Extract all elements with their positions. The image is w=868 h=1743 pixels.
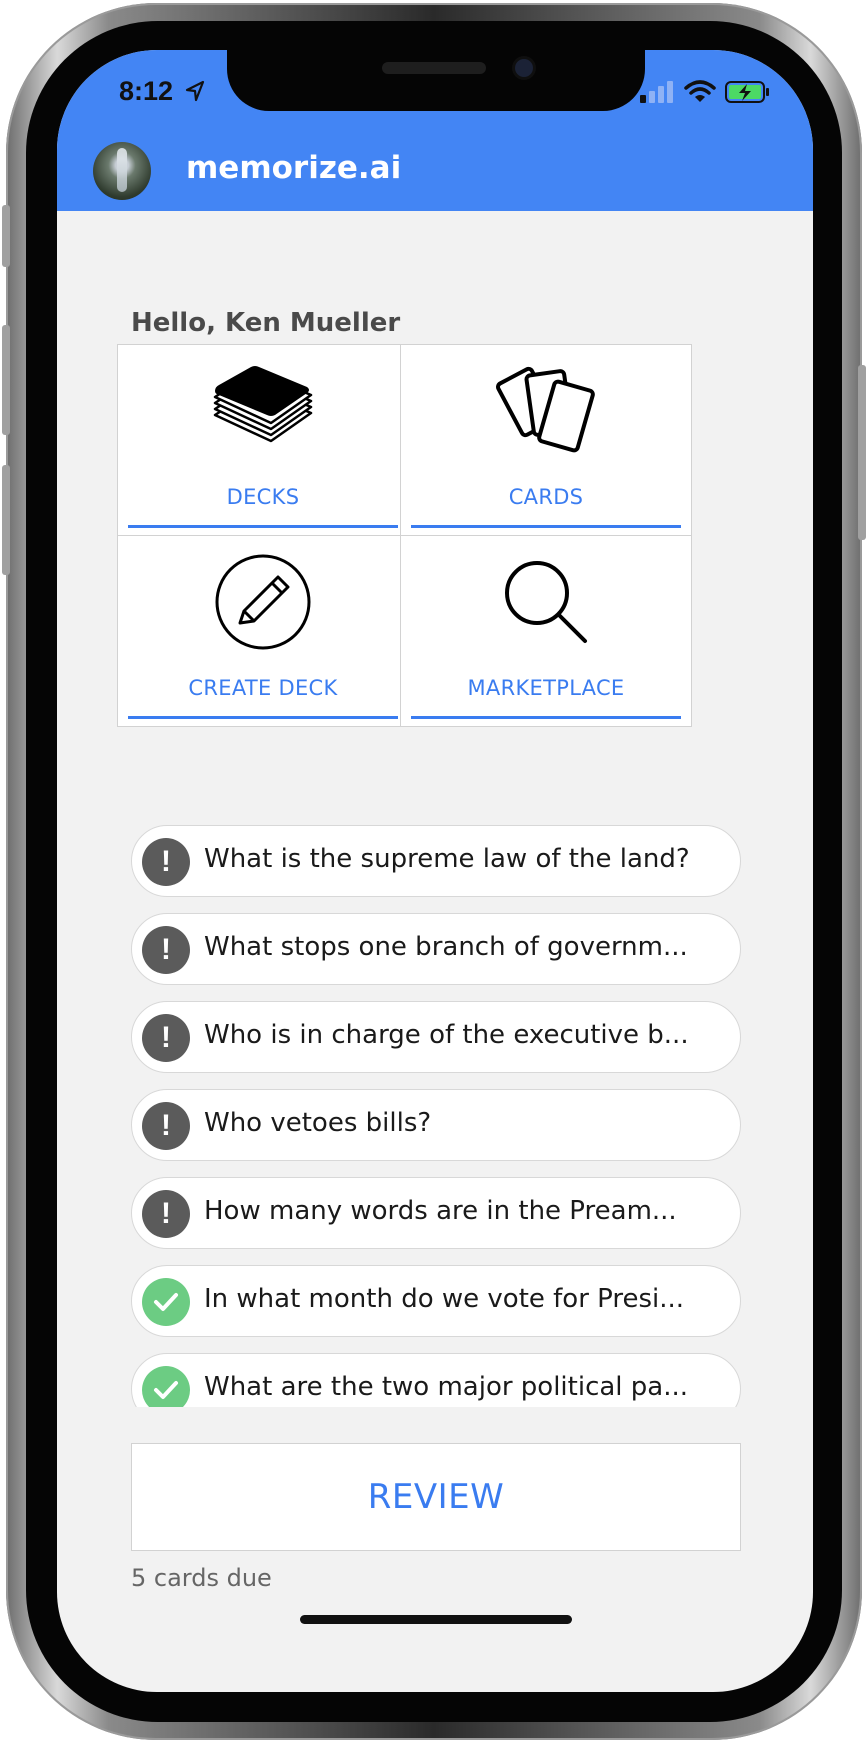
marketplace-tile[interactable]: MARKETPLACE [400, 535, 692, 727]
pencil-circle-icon [215, 554, 311, 650]
list-item[interactable]: ! How many words are in the Pream... [131, 1177, 741, 1249]
mute-switch [2, 205, 10, 267]
decks-label: DECKS [226, 485, 300, 509]
question-text: How many words are in the Pream... [204, 1196, 677, 1226]
create-deck-underline [128, 716, 398, 719]
wifi-icon [684, 80, 716, 102]
list-item[interactable]: ! Who is in charge of the executive b... [131, 1001, 741, 1073]
power-button [858, 365, 866, 540]
list-item[interactable]: In what month do we vote for Presi... [131, 1265, 741, 1337]
location-icon [185, 80, 205, 102]
app-title: memorize.ai [186, 150, 402, 186]
create-deck-tile[interactable]: CREATE DECK [117, 535, 409, 727]
cards-underline [411, 525, 681, 528]
home-indicator[interactable] [300, 1615, 572, 1624]
front-camera [515, 59, 533, 77]
volume-down-button [2, 465, 10, 575]
app-screen: 8:12 memorize.ai Hello, Ken Mueller DECK… [57, 50, 813, 1692]
card-list[interactable]: ! What is the supreme law of the land? !… [57, 825, 813, 1407]
exclamation-icon: ! [142, 926, 190, 974]
cards-due-count: 5 cards due [131, 1564, 272, 1592]
review-button[interactable]: REVIEW [131, 1443, 741, 1551]
marketplace-label: MARKETPLACE [467, 676, 625, 700]
marketplace-underline [411, 716, 681, 719]
camera-notch [227, 50, 645, 111]
list-item[interactable]: What are the two major political pa... [131, 1353, 741, 1407]
create-deck-label: CREATE DECK [188, 676, 338, 700]
deck-stack-icon [213, 366, 313, 443]
decks-underline [128, 525, 398, 528]
question-text: Who is in charge of the executive b... [204, 1020, 689, 1050]
exclamation-icon: ! [142, 1014, 190, 1062]
checkmark-icon [142, 1278, 190, 1326]
magnifier-icon [505, 561, 587, 643]
decks-tile[interactable]: DECKS [117, 344, 409, 536]
question-text: What stops one branch of governm... [204, 932, 688, 962]
exclamation-icon: ! [142, 1102, 190, 1150]
list-item[interactable]: ! What stops one branch of governm... [131, 913, 741, 985]
volume-up-button [2, 325, 10, 435]
list-item[interactable]: ! What is the supreme law of the land? [131, 825, 741, 897]
exclamation-icon: ! [142, 838, 190, 886]
greeting-text: Hello, Ken Mueller [131, 308, 401, 338]
battery-charging-icon [725, 81, 769, 103]
speaker-grille [382, 62, 486, 74]
app-header: 8:12 memorize.ai [57, 50, 813, 211]
status-time: 8:12 [119, 76, 174, 106]
question-text: What are the two major political pa... [204, 1372, 689, 1402]
cellular-signal-icon [640, 81, 673, 103]
cards-fan-icon [496, 366, 595, 453]
cards-tile[interactable]: CARDS [400, 344, 692, 536]
question-text: What is the supreme law of the land? [204, 844, 690, 874]
list-item[interactable]: ! Who vetoes bills? [131, 1089, 741, 1161]
question-text: Who vetoes bills? [204, 1108, 432, 1138]
cards-label: CARDS [508, 485, 584, 509]
exclamation-icon: ! [142, 1190, 190, 1238]
user-avatar[interactable] [93, 142, 151, 200]
checkmark-icon [142, 1366, 190, 1407]
question-text: In what month do we vote for Presi... [204, 1284, 685, 1314]
